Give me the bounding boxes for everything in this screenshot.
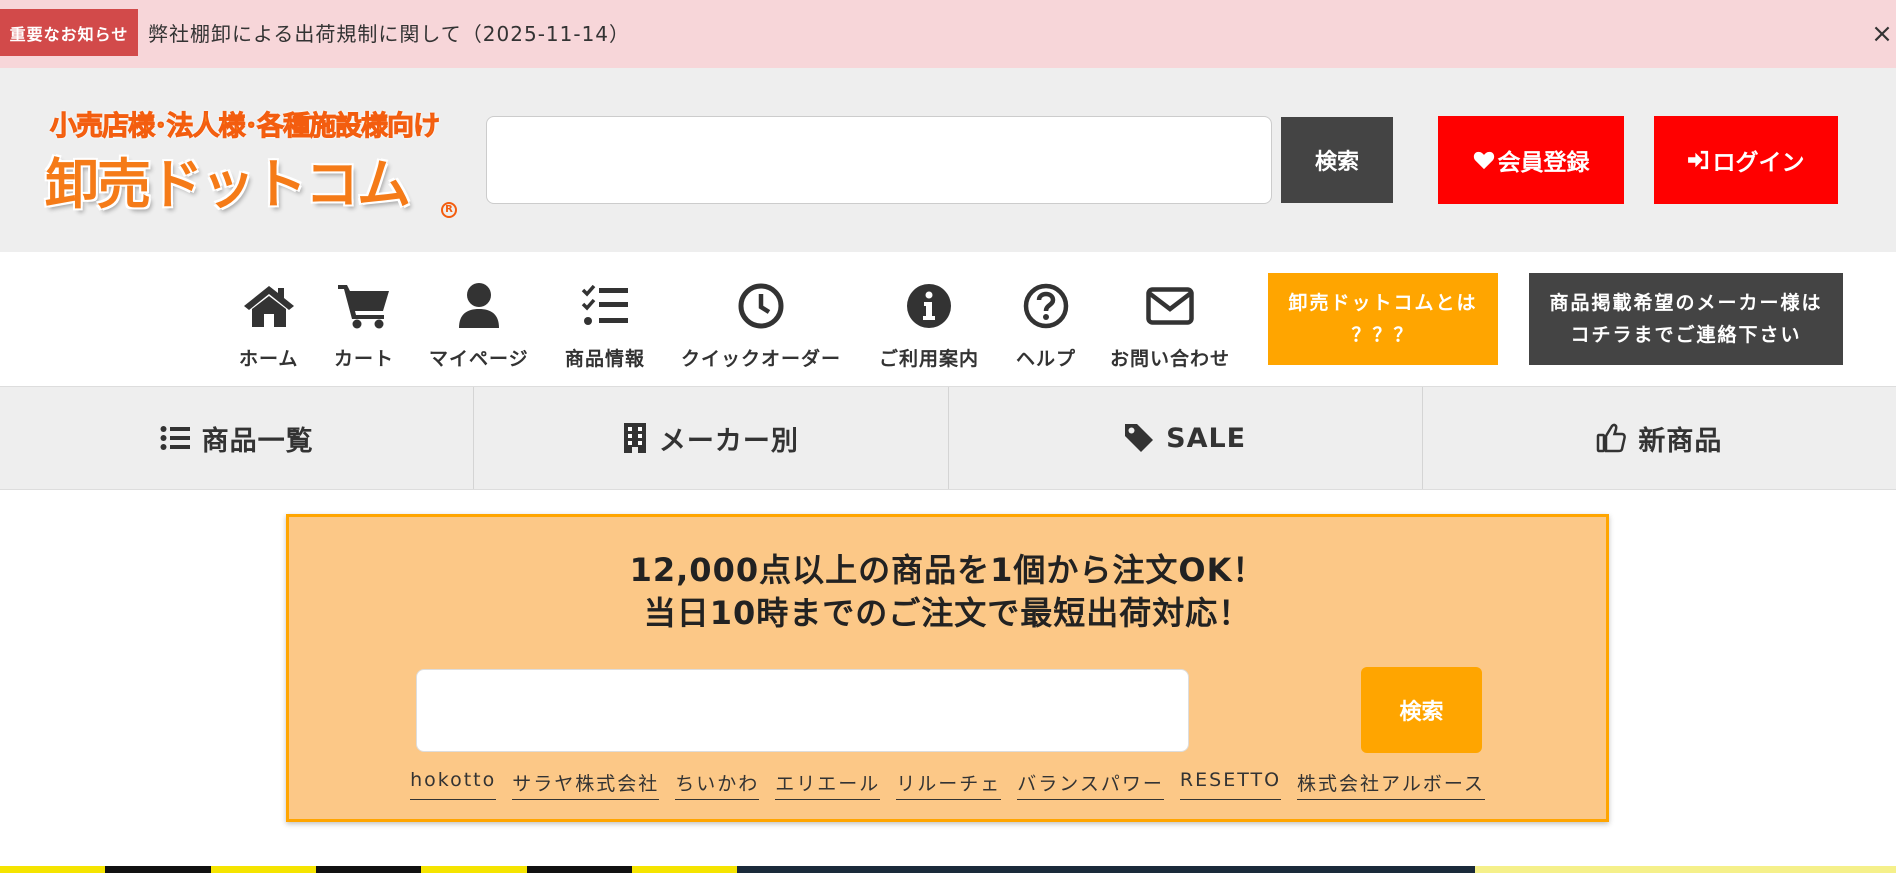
- register-label: 会員登録: [1497, 150, 1590, 176]
- help-icon: [1023, 282, 1069, 330]
- registered-mark-icon: R: [441, 202, 457, 218]
- category-new-products[interactable]: 新商品: [1423, 387, 1896, 489]
- banner-segment: [210, 866, 316, 873]
- promo-search-input[interactable]: [416, 669, 1189, 752]
- thumbs-up-icon: [1596, 423, 1627, 453]
- category-sale[interactable]: SALE: [949, 387, 1423, 489]
- site-header: 小売店様･法人様･各種施設様向け 卸売ドットコム R 検索 会員登録 ログイン: [0, 68, 1896, 252]
- site-logo[interactable]: 小売店様･法人様･各種施設様向け 卸売ドットコム R: [45, 102, 457, 222]
- nav-home-label: ホーム: [239, 348, 299, 370]
- category-by-maker[interactable]: メーカー別: [474, 387, 949, 489]
- home-icon: [242, 282, 296, 330]
- main-nav: ホーム カート マイページ 商品情報 クイックオーダー ご利用案内 ヘルプ お問…: [0, 252, 1896, 386]
- nav-quick-order-label: クイックオーダー: [681, 348, 842, 370]
- clock-icon: [737, 282, 785, 330]
- banner-segment: [0, 866, 106, 873]
- nav-contact[interactable]: お問い合わせ: [1110, 282, 1230, 371]
- search-button[interactable]: 検索: [1281, 117, 1393, 203]
- banner-segment: [1263, 866, 1370, 873]
- banner-segment: [526, 866, 632, 873]
- about-button[interactable]: 卸売ドットコムとは ？？？: [1268, 273, 1498, 365]
- banner-segment: [421, 866, 527, 873]
- category-label: メーカー別: [658, 425, 799, 457]
- banner-segment: [1053, 866, 1159, 873]
- about-line2: ？？？: [1351, 324, 1415, 346]
- logo-subtitle: 小売店様･法人様･各種施設様向け: [50, 111, 441, 143]
- nav-home[interactable]: ホーム: [239, 282, 298, 371]
- banner-segment: [842, 866, 948, 873]
- keyword-link[interactable]: バランスパワー: [1017, 769, 1164, 800]
- category-bar: 商品一覧 メーカー別 SALE 新商品: [0, 386, 1896, 490]
- maker-line2: コチラまでご連絡下さい: [1570, 324, 1802, 346]
- banner-segment: [1158, 866, 1264, 873]
- notice-link[interactable]: 弊社棚卸による出荷規制に関して（2025-11-14）: [148, 18, 630, 47]
- banner-segment: [1579, 866, 1686, 873]
- login-label: ログイン: [1712, 150, 1805, 176]
- category-label: SALE: [1166, 422, 1247, 454]
- mail-icon: [1146, 282, 1194, 330]
- keyword-link[interactable]: エリエール: [775, 769, 881, 800]
- register-button[interactable]: 会員登録: [1438, 116, 1624, 204]
- nav-mypage-label: マイページ: [429, 348, 529, 370]
- close-icon[interactable]: ×: [1868, 20, 1896, 48]
- promo-box: 12,000点以上の商品を1個から注文OK！ 当日10時までのご注文で最短出荷対…: [286, 514, 1609, 822]
- banner-segment: [1790, 866, 1896, 873]
- banner-segment: [1685, 866, 1791, 873]
- search-input[interactable]: [486, 116, 1272, 204]
- banner-segment: [105, 866, 211, 873]
- banner-segment: [737, 866, 843, 873]
- list-icon: [160, 425, 190, 451]
- cart-icon: [338, 282, 390, 330]
- nav-guide[interactable]: ご利用案内: [879, 282, 979, 371]
- about-line1: 卸売ドットコムとは: [1288, 292, 1478, 314]
- keyword-link[interactable]: 株式会社アルボース: [1297, 769, 1485, 800]
- nav-contact-label: お問い合わせ: [1110, 348, 1231, 370]
- popular-keywords: hokotto サラヤ株式会社 ちいかわ エリエール リルーチェ バランスパワー…: [289, 769, 1606, 800]
- banner-segment: [315, 866, 422, 873]
- nav-help[interactable]: ヘルプ: [1016, 282, 1076, 371]
- keyword-link[interactable]: リルーチェ: [896, 769, 1002, 800]
- notice-bar: 重要なお知らせ 弊社棚卸による出荷規制に関して（2025-11-14） ×: [0, 0, 1896, 68]
- category-label: 新商品: [1638, 425, 1723, 457]
- building-icon: [623, 423, 647, 453]
- notice-badge: 重要なお知らせ: [0, 9, 138, 56]
- promo-search-button[interactable]: 検索: [1361, 667, 1482, 753]
- keyword-link[interactable]: RESETTO: [1179, 769, 1282, 800]
- banner-segment: [1474, 866, 1580, 873]
- promo-subheadline: 当日10時までのご注文で最短出荷対応！: [643, 594, 1252, 632]
- nav-quick-order[interactable]: クイックオーダー: [681, 282, 841, 371]
- nav-mypage[interactable]: マイページ: [429, 282, 529, 371]
- nav-product-info[interactable]: 商品情報: [565, 282, 645, 371]
- banner-segment: [631, 866, 738, 873]
- banner-segment: [947, 866, 1054, 873]
- tag-icon: [1124, 423, 1154, 453]
- heart-icon: [1473, 150, 1495, 170]
- nav-cart[interactable]: カート: [334, 282, 394, 371]
- banner-segment: [1369, 866, 1475, 873]
- logo-title: 卸売ドットコム: [45, 153, 411, 216]
- maker-contact-button[interactable]: 商品掲載希望のメーカー様は コチラまでご連絡下さい: [1529, 273, 1843, 365]
- keyword-link[interactable]: サラヤ株式会社: [512, 769, 660, 800]
- sign-in-icon: [1687, 150, 1710, 170]
- nav-guide-label: ご利用案内: [879, 348, 980, 370]
- login-button[interactable]: ログイン: [1654, 116, 1838, 204]
- category-label: 商品一覧: [201, 425, 314, 457]
- nav-product-info-label: 商品情報: [565, 348, 646, 370]
- keyword-link[interactable]: hokotto: [410, 769, 497, 800]
- promo-headline: 12,000点以上の商品を1個から注文OK！: [629, 551, 1266, 589]
- info-icon: [906, 282, 952, 330]
- checklist-icon: [581, 282, 629, 330]
- maker-line1: 商品掲載希望のメーカー様は: [1549, 292, 1823, 314]
- keyword-link[interactable]: ちいかわ: [675, 769, 760, 800]
- banner-strip[interactable]: [0, 866, 1896, 873]
- category-product-list[interactable]: 商品一覧: [0, 387, 475, 489]
- nav-help-label: ヘルプ: [1016, 348, 1077, 370]
- nav-cart-label: カート: [334, 348, 395, 370]
- user-icon: [457, 282, 501, 330]
